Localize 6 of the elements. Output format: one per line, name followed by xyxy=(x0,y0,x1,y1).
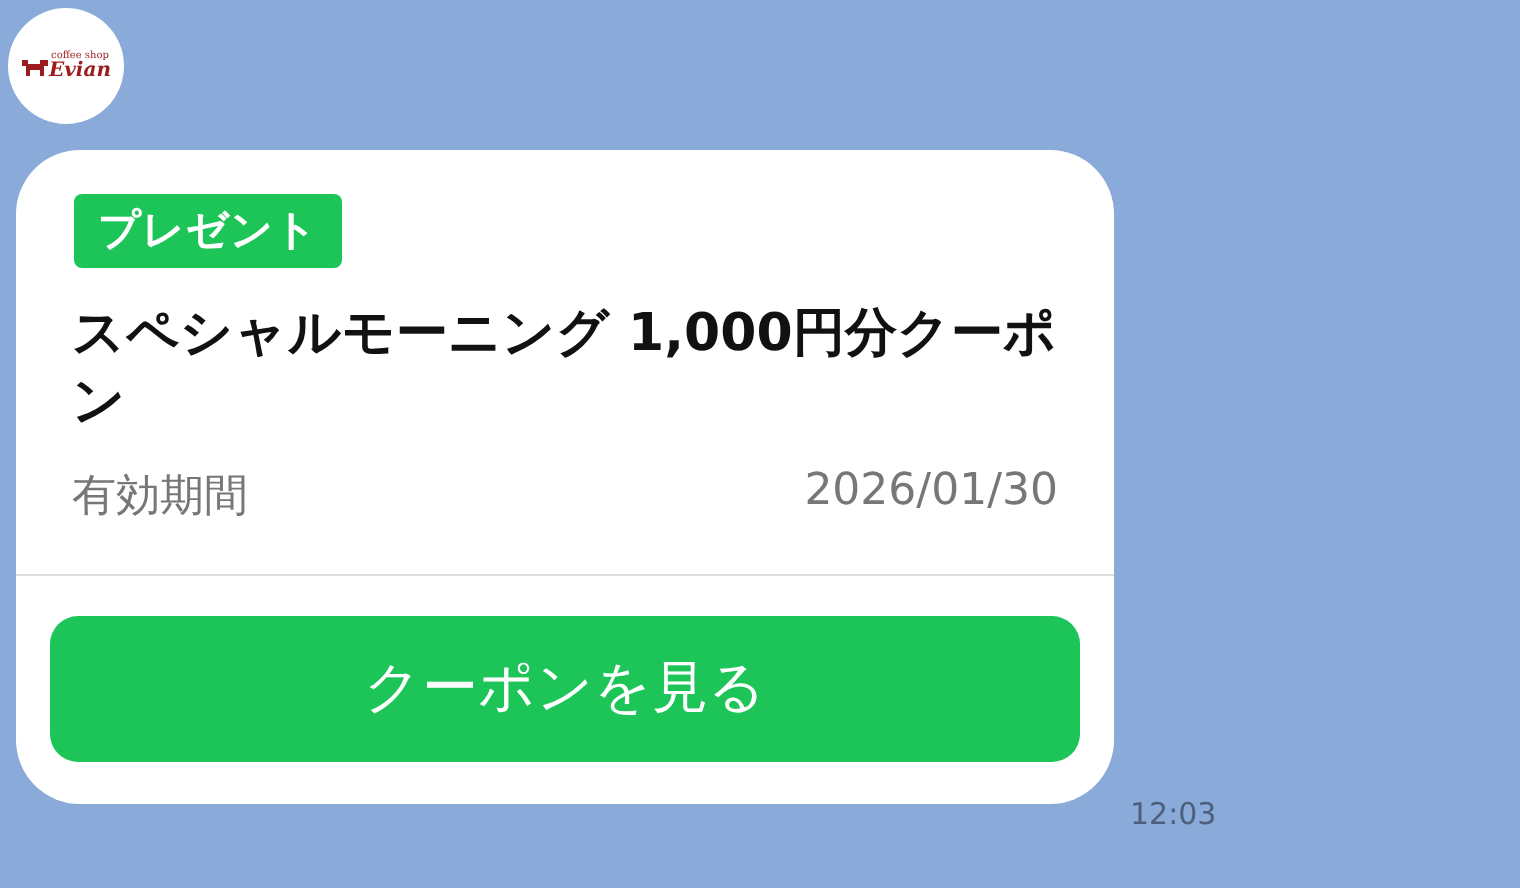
validity-date: 2026/01/30 xyxy=(804,465,1058,520)
message-time: 12:03 xyxy=(1130,796,1217,832)
logo-name: Evian xyxy=(49,61,111,81)
validity-label: 有効期間 xyxy=(72,469,248,526)
present-label: プレゼント xyxy=(74,194,342,269)
coupon-title: スペシャルモーニング 1,000円分クーポン xyxy=(72,302,1059,436)
